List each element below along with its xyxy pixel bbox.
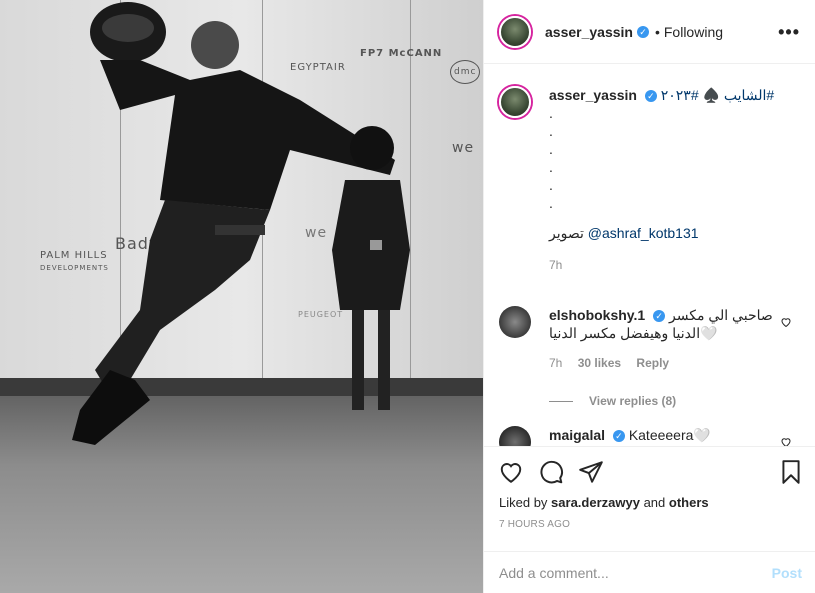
post-sidebar: asser_yassin ✓ • Following ••• asser_yas…	[483, 0, 815, 593]
replies-line	[549, 400, 573, 402]
comment-item: elshobokshy.1 ✓ صاحبي الي مكسر الدنيا وه…	[499, 306, 773, 410]
caption-line: .	[549, 195, 553, 211]
comment-username[interactable]: maigalal	[549, 427, 605, 443]
comment-bubble-icon[interactable]	[538, 459, 564, 485]
verified-badge-icon: ✓	[612, 430, 625, 443]
avatar[interactable]	[499, 15, 531, 48]
share-paper-plane-icon[interactable]	[578, 459, 604, 485]
comment-text: Kateeeera🤍	[628, 427, 711, 443]
comment-like-heart-icon[interactable]	[780, 436, 792, 446]
caption-credit: تصوير	[549, 225, 584, 241]
caption-time[interactable]: 7h	[549, 256, 774, 274]
caption-text[interactable]: الشايب ♠️ #٢٠٢٣#	[661, 87, 774, 103]
liked-by-and: and	[643, 495, 666, 510]
comment-like-heart-icon[interactable]	[780, 316, 792, 328]
comment-likes[interactable]: 30 likes	[578, 356, 621, 370]
avatar[interactable]	[499, 426, 531, 446]
comment-item: maigalal ✓ Kateeeera🤍	[499, 426, 711, 446]
woman-figure	[332, 126, 410, 410]
caption-line: .	[549, 177, 553, 193]
comment-body: elshobokshy.1 ✓ صاحبي الي مكسر الدنيا وه…	[549, 306, 773, 410]
caption-body: asser_yassin ✓ الشايب ♠️ #٢٠٢٣# . . . . …	[549, 86, 774, 274]
post-actions: Liked by sara.derzawyy and others 7 HOUR…	[484, 446, 815, 593]
post-timestamp[interactable]: 7 HOURS AGO	[499, 519, 570, 530]
caption-line: .	[549, 105, 553, 121]
header-username[interactable]: asser_yassin	[545, 24, 633, 40]
caption-line: .	[549, 159, 553, 175]
caption: asser_yassin ✓ الشايب ♠️ #٢٠٢٣# . . . . …	[499, 86, 774, 274]
comment-text-line2: الدنيا وهيفضل مكسر الدنيا🤍	[549, 325, 718, 341]
photographer-mention-link[interactable]: @ashraf_kotb131	[588, 225, 699, 241]
verified-badge-icon: ✓	[636, 25, 649, 38]
avatar[interactable]	[499, 86, 531, 118]
view-replies-button[interactable]: View replies (8)	[589, 392, 676, 410]
like-heart-icon[interactable]	[498, 459, 524, 485]
post-header: asser_yassin ✓ • Following •••	[484, 0, 815, 64]
liked-by-user-link[interactable]: sara.derzawyy	[551, 495, 640, 510]
add-comment-bar: Add a comment... Post	[484, 551, 815, 593]
avatar[interactable]	[499, 306, 531, 338]
bullet-separator: •	[654, 23, 660, 40]
verified-badge-icon: ✓	[653, 310, 666, 323]
post-comment-button[interactable]: Post	[772, 565, 802, 581]
caption-username[interactable]: asser_yassin	[549, 87, 637, 103]
caption-line: .	[549, 141, 553, 157]
liked-by-others-link[interactable]: others	[669, 495, 709, 510]
comments-list[interactable]: asser_yassin ✓ الشايب ♠️ #٢٠٢٣# . . . . …	[484, 64, 815, 446]
comment-text: صاحبي الي مكسر	[669, 307, 773, 323]
comment-username[interactable]: elshobokshy.1	[549, 307, 645, 323]
add-comment-input[interactable]: Add a comment...	[499, 565, 609, 581]
liked-by-line: Liked by sara.derzawyy and others	[499, 495, 709, 510]
save-bookmark-icon[interactable]	[778, 459, 804, 485]
following-button[interactable]: Following	[664, 24, 723, 40]
post-photo[interactable]: EGYPTAIR FP7 McCANN dmc we we PALM HILLS…	[0, 0, 483, 593]
verified-badge-icon: ✓	[644, 90, 657, 103]
liked-by-prefix: Liked by	[499, 495, 548, 510]
caption-line: .	[549, 123, 553, 139]
reply-button[interactable]: Reply	[636, 356, 669, 370]
comment-body: maigalal ✓ Kateeeera🤍	[549, 426, 711, 446]
comment-time[interactable]: 7h	[549, 356, 562, 370]
more-options-icon[interactable]: •••	[778, 22, 800, 43]
